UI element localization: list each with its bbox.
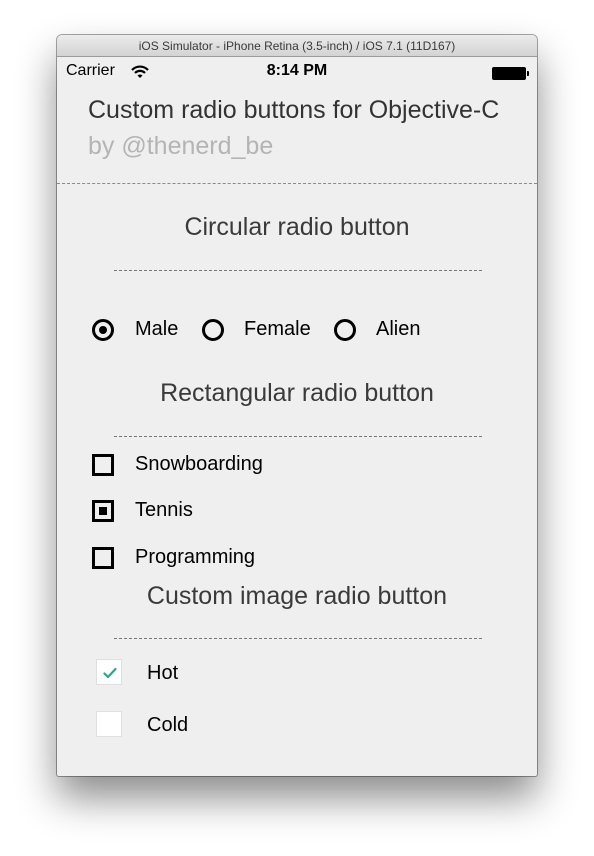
- radio-option-male[interactable]: Male: [92, 317, 187, 343]
- radio-label: Tennis: [135, 499, 193, 521]
- radio-label: Programming: [135, 546, 256, 568]
- circular-section-title: Circular radio button: [184, 213, 410, 241]
- radio-unselected-icon: [202, 319, 224, 341]
- circular-divider: [114, 270, 482, 271]
- image-radio-box: [96, 659, 122, 685]
- status-bar: Carrier 8:14 PM: [57, 57, 537, 87]
- simulator-window: iOS Simulator - iPhone Retina (3.5-inch)…: [57, 35, 537, 776]
- square-unselected-icon: [92, 547, 114, 569]
- radio-option-snowboarding[interactable]: Snowboarding: [92, 452, 292, 478]
- header-divider: [57, 183, 537, 184]
- rectangular-section-title: Rectangular radio button: [160, 379, 434, 407]
- radio-label: Cold: [147, 714, 189, 736]
- radio-label: Female: [244, 318, 311, 340]
- radio-option-cold[interactable]: Cold: [96, 710, 206, 740]
- image-divider: [114, 638, 482, 639]
- square-selected-icon: [92, 500, 114, 522]
- app-title: Custom radio buttons for Objective-C: [88, 96, 500, 124]
- status-time: 8:14 PM: [266, 62, 328, 79]
- image-radio-box: [96, 711, 122, 737]
- radio-option-hot[interactable]: Hot: [96, 657, 206, 687]
- radio-unselected-icon: [334, 319, 356, 341]
- rectangular-divider: [114, 436, 482, 437]
- radio-selected-icon: [92, 319, 114, 341]
- radio-option-female[interactable]: Female: [202, 317, 317, 343]
- radio-label: Male: [135, 318, 179, 340]
- app-subtitle: by @thenerd_be: [88, 132, 274, 160]
- radio-option-programming[interactable]: Programming: [92, 545, 292, 571]
- radio-label: Alien: [376, 318, 421, 340]
- radio-label: Hot: [147, 662, 179, 684]
- checkmark-icon: [103, 667, 117, 679]
- battery-icon: [492, 67, 529, 80]
- radio-option-tennis[interactable]: Tennis: [92, 498, 212, 524]
- radio-option-alien[interactable]: Alien: [334, 317, 429, 343]
- square-unselected-icon: [92, 454, 114, 476]
- image-section-title: Custom image radio button: [146, 582, 448, 610]
- radio-label: Snowboarding: [135, 453, 263, 475]
- window-title: iOS Simulator - iPhone Retina (3.5-inch)…: [57, 35, 537, 57]
